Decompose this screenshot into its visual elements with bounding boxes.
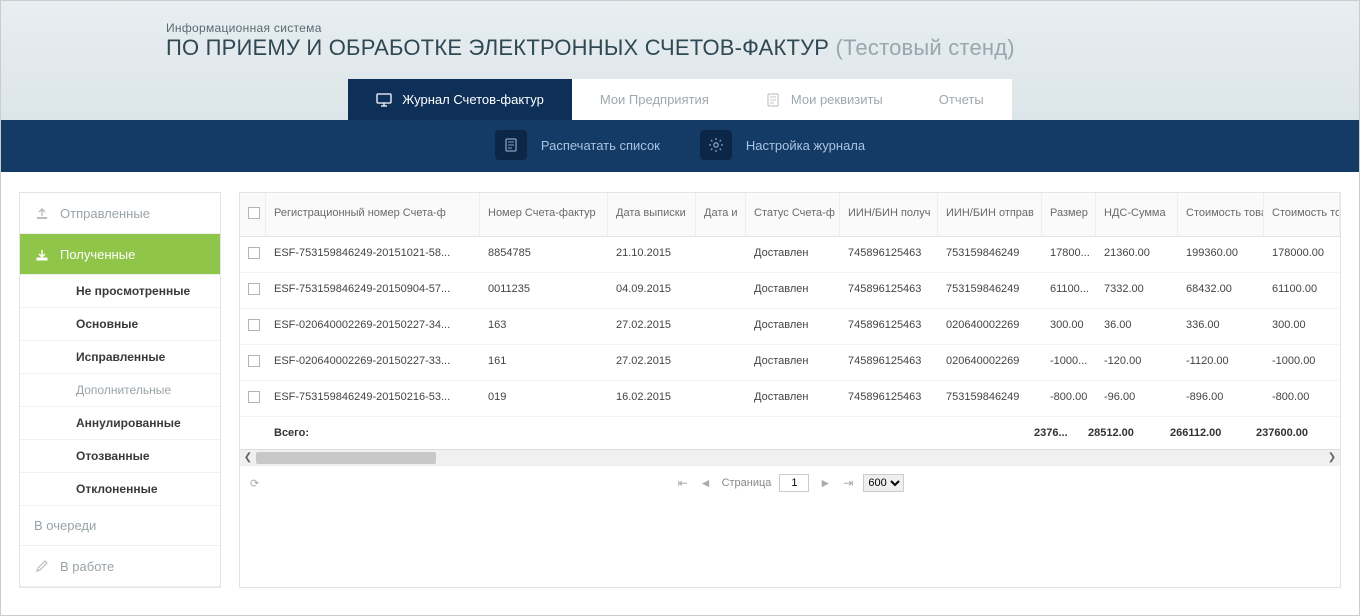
pager-last-icon[interactable]: ⇥: [841, 476, 855, 490]
header-subtitle: Информационная система: [166, 21, 1359, 35]
column-issue-date[interactable]: Дата выписки: [608, 193, 696, 236]
pager-page-input[interactable]: [779, 474, 809, 492]
table-row[interactable]: ESF-753159846249-20150216-53...01916.02.…: [240, 381, 1340, 417]
pager-next-icon[interactable]: ►: [817, 476, 833, 490]
sidebar-queued[interactable]: В очереди: [20, 506, 220, 546]
main-tabs: Журнал Счетов-фактур Мои Предприятия Мои…: [1, 79, 1359, 120]
toolbar: Распечатать список Настройка журнала: [1, 120, 1359, 172]
print-list-button[interactable]: Распечатать список: [495, 130, 660, 160]
row-checkbox[interactable]: [240, 309, 266, 344]
scroll-left-icon[interactable]: ❮: [240, 450, 256, 466]
journal-settings-button[interactable]: Настройка журнала: [700, 130, 865, 160]
scroll-thumb[interactable]: [256, 452, 436, 464]
tab-reports[interactable]: Отчеты: [911, 79, 1012, 120]
print-icon: [495, 130, 527, 160]
upload-icon: [34, 205, 50, 221]
sidebar-sub-cancelled[interactable]: Аннулированные: [20, 407, 220, 440]
row-checkbox[interactable]: [240, 273, 266, 308]
column-iin-receiver[interactable]: ИИН/БИН получ: [840, 193, 938, 236]
sidebar-sub-unread[interactable]: Не просмотренные: [20, 275, 220, 308]
monitor-icon: [376, 93, 392, 107]
column-iin-sender[interactable]: ИИН/БИН отправ: [938, 193, 1042, 236]
sidebar-sub-main[interactable]: Основные: [20, 308, 220, 341]
pager-first-icon[interactable]: ⇤: [676, 476, 690, 490]
sidebar-sub-corrected[interactable]: Исправленные: [20, 341, 220, 374]
column-date-and[interactable]: Дата и: [696, 193, 746, 236]
document-icon: [765, 93, 781, 107]
column-size[interactable]: Размер: [1042, 193, 1096, 236]
grid-header: Регистрационный номер Счета-ф Номер Счет…: [240, 193, 1340, 237]
row-checkbox[interactable]: [240, 345, 266, 380]
tab-journal[interactable]: Журнал Счетов-фактур: [348, 79, 572, 120]
pager: ⟳ ⇤ ◄ Страница ► ⇥ 600: [240, 465, 1340, 500]
header-title: ПО ПРИЕМУ И ОБРАБОТКЕ ЭЛЕКТРОННЫХ СЧЕТОВ…: [166, 35, 1359, 61]
table-row[interactable]: ESF-753159846249-20150904-57...001123504…: [240, 273, 1340, 309]
pager-pagesize-select[interactable]: 600: [863, 474, 904, 492]
column-checkbox[interactable]: [240, 193, 266, 236]
horizontal-scrollbar[interactable]: ❮ ❯: [240, 449, 1340, 465]
grid-body: ESF-753159846249-20151021-58...885478521…: [240, 237, 1340, 417]
table-row[interactable]: ESF-020640002269-20150227-33...16127.02.…: [240, 345, 1340, 381]
row-checkbox[interactable]: [240, 237, 266, 272]
sidebar-sub-revoked[interactable]: Отозванные: [20, 440, 220, 473]
sidebar-received[interactable]: Полученные: [20, 234, 220, 275]
column-vat[interactable]: НДС-Сумма: [1096, 193, 1178, 236]
app-window: { "header": { "subtitle": "Информационна…: [0, 0, 1360, 616]
tab-requisites[interactable]: Мои реквизиты: [737, 79, 911, 120]
data-grid: Регистрационный номер Счета-ф Номер Счет…: [239, 192, 1341, 588]
refresh-icon[interactable]: ⟳: [250, 477, 259, 490]
column-invoice-number[interactable]: Номер Счета-фактур: [480, 193, 608, 236]
header: Информационная система ПО ПРИЕМУ И ОБРАБ…: [1, 1, 1359, 120]
pager-label: Страница: [722, 477, 772, 489]
content: Отправленные Полученные Не просмотренные…: [1, 172, 1359, 588]
sidebar-inwork[interactable]: В работе: [20, 546, 220, 587]
scroll-right-icon[interactable]: ❯: [1324, 450, 1340, 466]
column-status[interactable]: Статус Счета-ф: [746, 193, 840, 236]
totals-row: Всего: 2376... 28512.00 266112.00 237600…: [240, 417, 1340, 449]
column-cost-goods[interactable]: Стоимость товар: [1178, 193, 1264, 236]
sidebar: Отправленные Полученные Не просмотренные…: [19, 192, 221, 588]
row-checkbox[interactable]: [240, 381, 266, 416]
sidebar-sub-additional[interactable]: Дополнительные: [20, 374, 220, 407]
column-reg-number[interactable]: Регистрационный номер Счета-ф: [266, 193, 480, 236]
table-row[interactable]: ESF-753159846249-20151021-58...885478521…: [240, 237, 1340, 273]
column-cost-goods2[interactable]: Стоимость тов: [1264, 193, 1340, 236]
pager-prev-icon[interactable]: ◄: [698, 476, 714, 490]
gear-icon: [700, 130, 732, 160]
table-row[interactable]: ESF-020640002269-20150227-34...16327.02.…: [240, 309, 1340, 345]
sidebar-sent[interactable]: Отправленные: [20, 193, 220, 234]
pencil-icon: [34, 558, 50, 574]
sidebar-sub-rejected[interactable]: Отклоненные: [20, 473, 220, 506]
tab-companies[interactable]: Мои Предприятия: [572, 79, 737, 120]
download-icon: [34, 246, 50, 262]
